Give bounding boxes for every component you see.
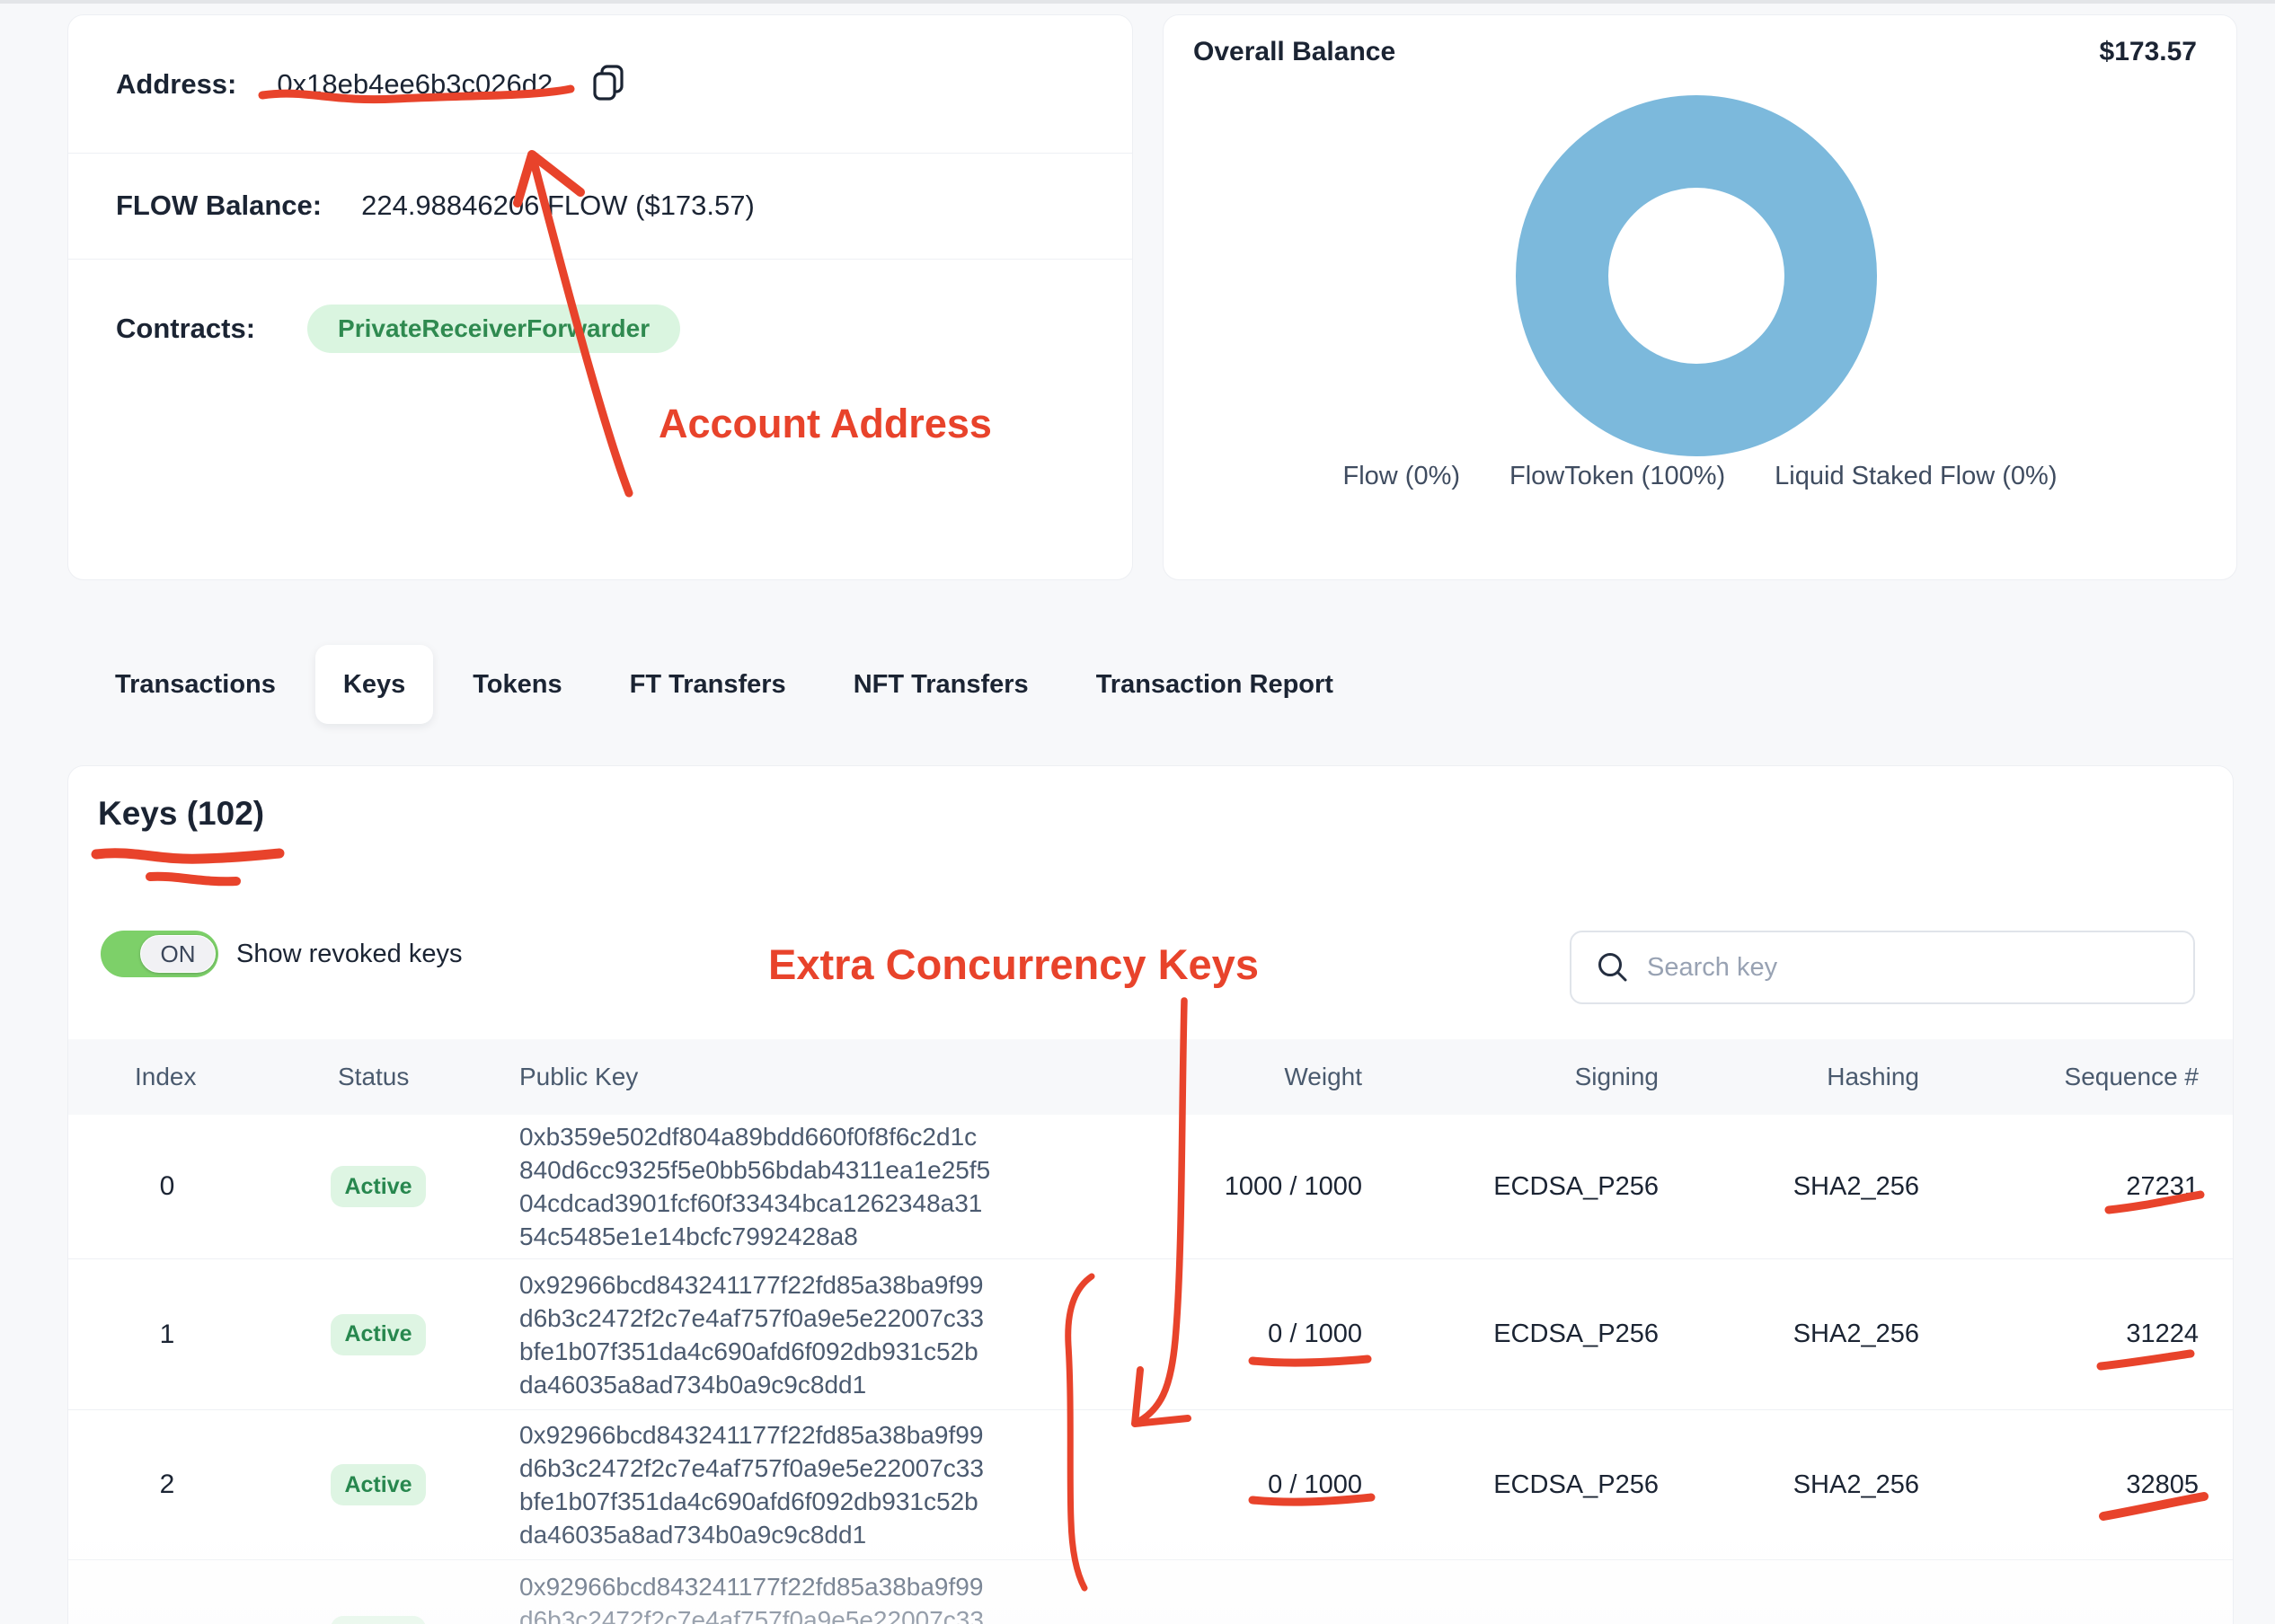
key-sequence: 31224 [1919, 1320, 2199, 1349]
tab-transactions[interactable]: Transactions [115, 645, 276, 724]
status-badge: Active [331, 1166, 426, 1207]
key-weight: 0 / 1000 [1084, 1470, 1362, 1500]
key-line: bfe1b07f351da4c690afd6f092db931c52b [519, 1485, 1084, 1518]
col-header-sequence: Sequence # [1919, 1063, 2199, 1091]
donut-legend: Flow (0%) FlowToken (100%) Liquid Staked… [1164, 462, 2236, 491]
key-row-0[interactable]: 0 Active 0xb359e502df804a89bdd660f0f8f6c… [68, 1115, 2234, 1258]
show-revoked-label: Show revoked keys [236, 931, 462, 977]
overall-balance-card: Overall Balance $173.57 Flow (0%) FlowTo… [1163, 14, 2237, 580]
key-line: 0x92966bcd843241177f22fd85a38ba9f99 [519, 1570, 1084, 1603]
key-index: 3 [68, 1621, 266, 1624]
key-row-3[interactable]: 3 Active 0x92966bcd843241177f22fd85a38ba… [68, 1559, 2234, 1624]
key-index: 2 [68, 1470, 266, 1500]
address-row: Address: 0x18eb4ee6b3c026d2 [68, 15, 1132, 153]
legend-item-flowtoken: FlowToken (100%) [1509, 462, 1725, 491]
key-sequence: 32805 [1919, 1470, 2199, 1500]
balance-donut-chart [1516, 95, 1877, 456]
key-line: 0x92966bcd843241177f22fd85a38ba9f99 [519, 1418, 1084, 1452]
toggle-knob[interactable]: ON [140, 935, 216, 973]
key-signing: ECDSA_P256 [1362, 1172, 1659, 1202]
key-line: 04cdcad3901fcf60f33434bca1262348a31 [519, 1187, 1084, 1220]
keys-table-body: 0 Active 0xb359e502df804a89bdd660f0f8f6c… [68, 1115, 2234, 1624]
status-badge: Active [331, 1314, 426, 1355]
balance-total: $173.57 [2100, 37, 2197, 67]
key-index: 0 [68, 1171, 266, 1202]
key-weight: 0 / 1000 [1084, 1320, 1362, 1349]
tab-ft-transfers[interactable]: FT Transfers [630, 645, 786, 724]
copy-icon [590, 60, 626, 103]
col-header-weight: Weight [1084, 1063, 1362, 1091]
show-revoked-toggle[interactable]: ON [101, 931, 218, 977]
contracts-row: Contracts: PrivateReceiverForwarder [68, 273, 1132, 384]
key-hashing: SHA2_256 [1659, 1320, 1919, 1349]
tab-keys[interactable]: Keys [315, 645, 433, 724]
key-row-2[interactable]: 2 Active 0x92966bcd843241177f22fd85a38ba… [68, 1409, 2234, 1559]
public-key: 0x92966bcd843241177f22fd85a38ba9f99 d6b3… [455, 1570, 1084, 1624]
key-index: 1 [68, 1320, 266, 1350]
search-input[interactable] [1645, 952, 2134, 984]
legend-item-flow: Flow (0%) [1343, 462, 1461, 491]
contracts-label: Contracts: [116, 313, 255, 345]
tab-tokens[interactable]: Tokens [473, 645, 562, 724]
public-key: 0x92966bcd843241177f22fd85a38ba9f99 d6b3… [455, 1418, 1084, 1551]
legend-item-liquid-staked: Liquid Staked Flow (0%) [1775, 462, 2057, 491]
divider [68, 259, 1132, 260]
search-key-box[interactable] [1570, 931, 2195, 1004]
contract-badge[interactable]: PrivateReceiverForwarder [307, 304, 680, 353]
flow-balance-label: FLOW Balance: [116, 190, 322, 222]
public-key: 0xb359e502df804a89bdd660f0f8f6c2d1c 840d… [455, 1120, 1084, 1253]
address-value: 0x18eb4ee6b3c026d2 [277, 68, 553, 101]
key-sequence: 27231 [1919, 1172, 2199, 1202]
col-header-hashing: Hashing [1659, 1063, 1919, 1091]
key-hashing: SHA2_256 [1659, 1470, 1919, 1500]
key-line: 840d6cc9325f5e0bb56bdab4311ea1e25f5 [519, 1153, 1084, 1187]
search-icon [1597, 951, 1629, 984]
key-line: d6b3c2472f2c7e4af757f0a9e5e22007c33 [519, 1452, 1084, 1485]
flow-balance-row: FLOW Balance: 224.98846206 FLOW ($173.57… [68, 153, 1132, 259]
tab-nft-transfers[interactable]: NFT Transfers [854, 645, 1029, 724]
keys-table-header: Index Status Public Key Weight Signing H… [68, 1039, 2234, 1115]
keys-card: Keys (102) ON Show revoked keys Index St… [67, 765, 2234, 1624]
col-header-signing: Signing [1362, 1063, 1659, 1091]
public-key: 0x92966bcd843241177f22fd85a38ba9f99 d6b3… [455, 1268, 1084, 1401]
flow-balance-value: 224.98846206 FLOW ($173.57) [361, 190, 755, 222]
balance-card-title: Overall Balance [1193, 37, 1395, 67]
col-header-public-key: Public Key [455, 1063, 1084, 1091]
keys-heading: Keys (102) [98, 795, 264, 833]
key-line: bfe1b07f351da4c690afd6f092db931c52b [519, 1335, 1084, 1368]
key-line: 0xb359e502df804a89bdd660f0f8f6c2d1c [519, 1120, 1084, 1153]
flow-account-page: Address: 0x18eb4ee6b3c026d2 FLOW Balance… [0, 0, 2275, 1624]
copy-address-button[interactable] [590, 60, 626, 108]
key-line: d6b3c2472f2c7e4af757f0a9e5e22007c33 [519, 1302, 1084, 1335]
tab-transaction-report[interactable]: Transaction Report [1096, 645, 1333, 724]
key-line: 0x92966bcd843241177f22fd85a38ba9f99 [519, 1268, 1084, 1302]
key-weight: 1000 / 1000 [1084, 1172, 1362, 1202]
key-hashing: SHA2_256 [1659, 1172, 1919, 1202]
key-signing: ECDSA_P256 [1362, 1470, 1659, 1500]
key-line: d6b3c2472f2c7e4af757f0a9e5e22007c33 [519, 1603, 1084, 1624]
key-line: da46035a8ad734b0a9c9c8dd1 [519, 1518, 1084, 1551]
account-info-card: Address: 0x18eb4ee6b3c026d2 FLOW Balance… [67, 14, 1133, 580]
account-tabs: Transactions Keys Tokens FT Transfers NF… [115, 645, 1333, 724]
top-edge-strip [0, 0, 2275, 4]
key-line: 54c5485e1e14bcfc7992428a8 [519, 1220, 1084, 1253]
col-header-index: Index [68, 1063, 266, 1091]
address-label: Address: [116, 68, 236, 101]
key-signing: ECDSA_P256 [1362, 1320, 1659, 1349]
key-row-1[interactable]: 1 Active 0x92966bcd843241177f22fd85a38ba… [68, 1258, 2234, 1409]
col-header-status: Status [266, 1063, 455, 1091]
status-badge: Active [331, 1616, 426, 1624]
key-line: da46035a8ad734b0a9c9c8dd1 [519, 1368, 1084, 1401]
status-badge: Active [331, 1464, 426, 1505]
